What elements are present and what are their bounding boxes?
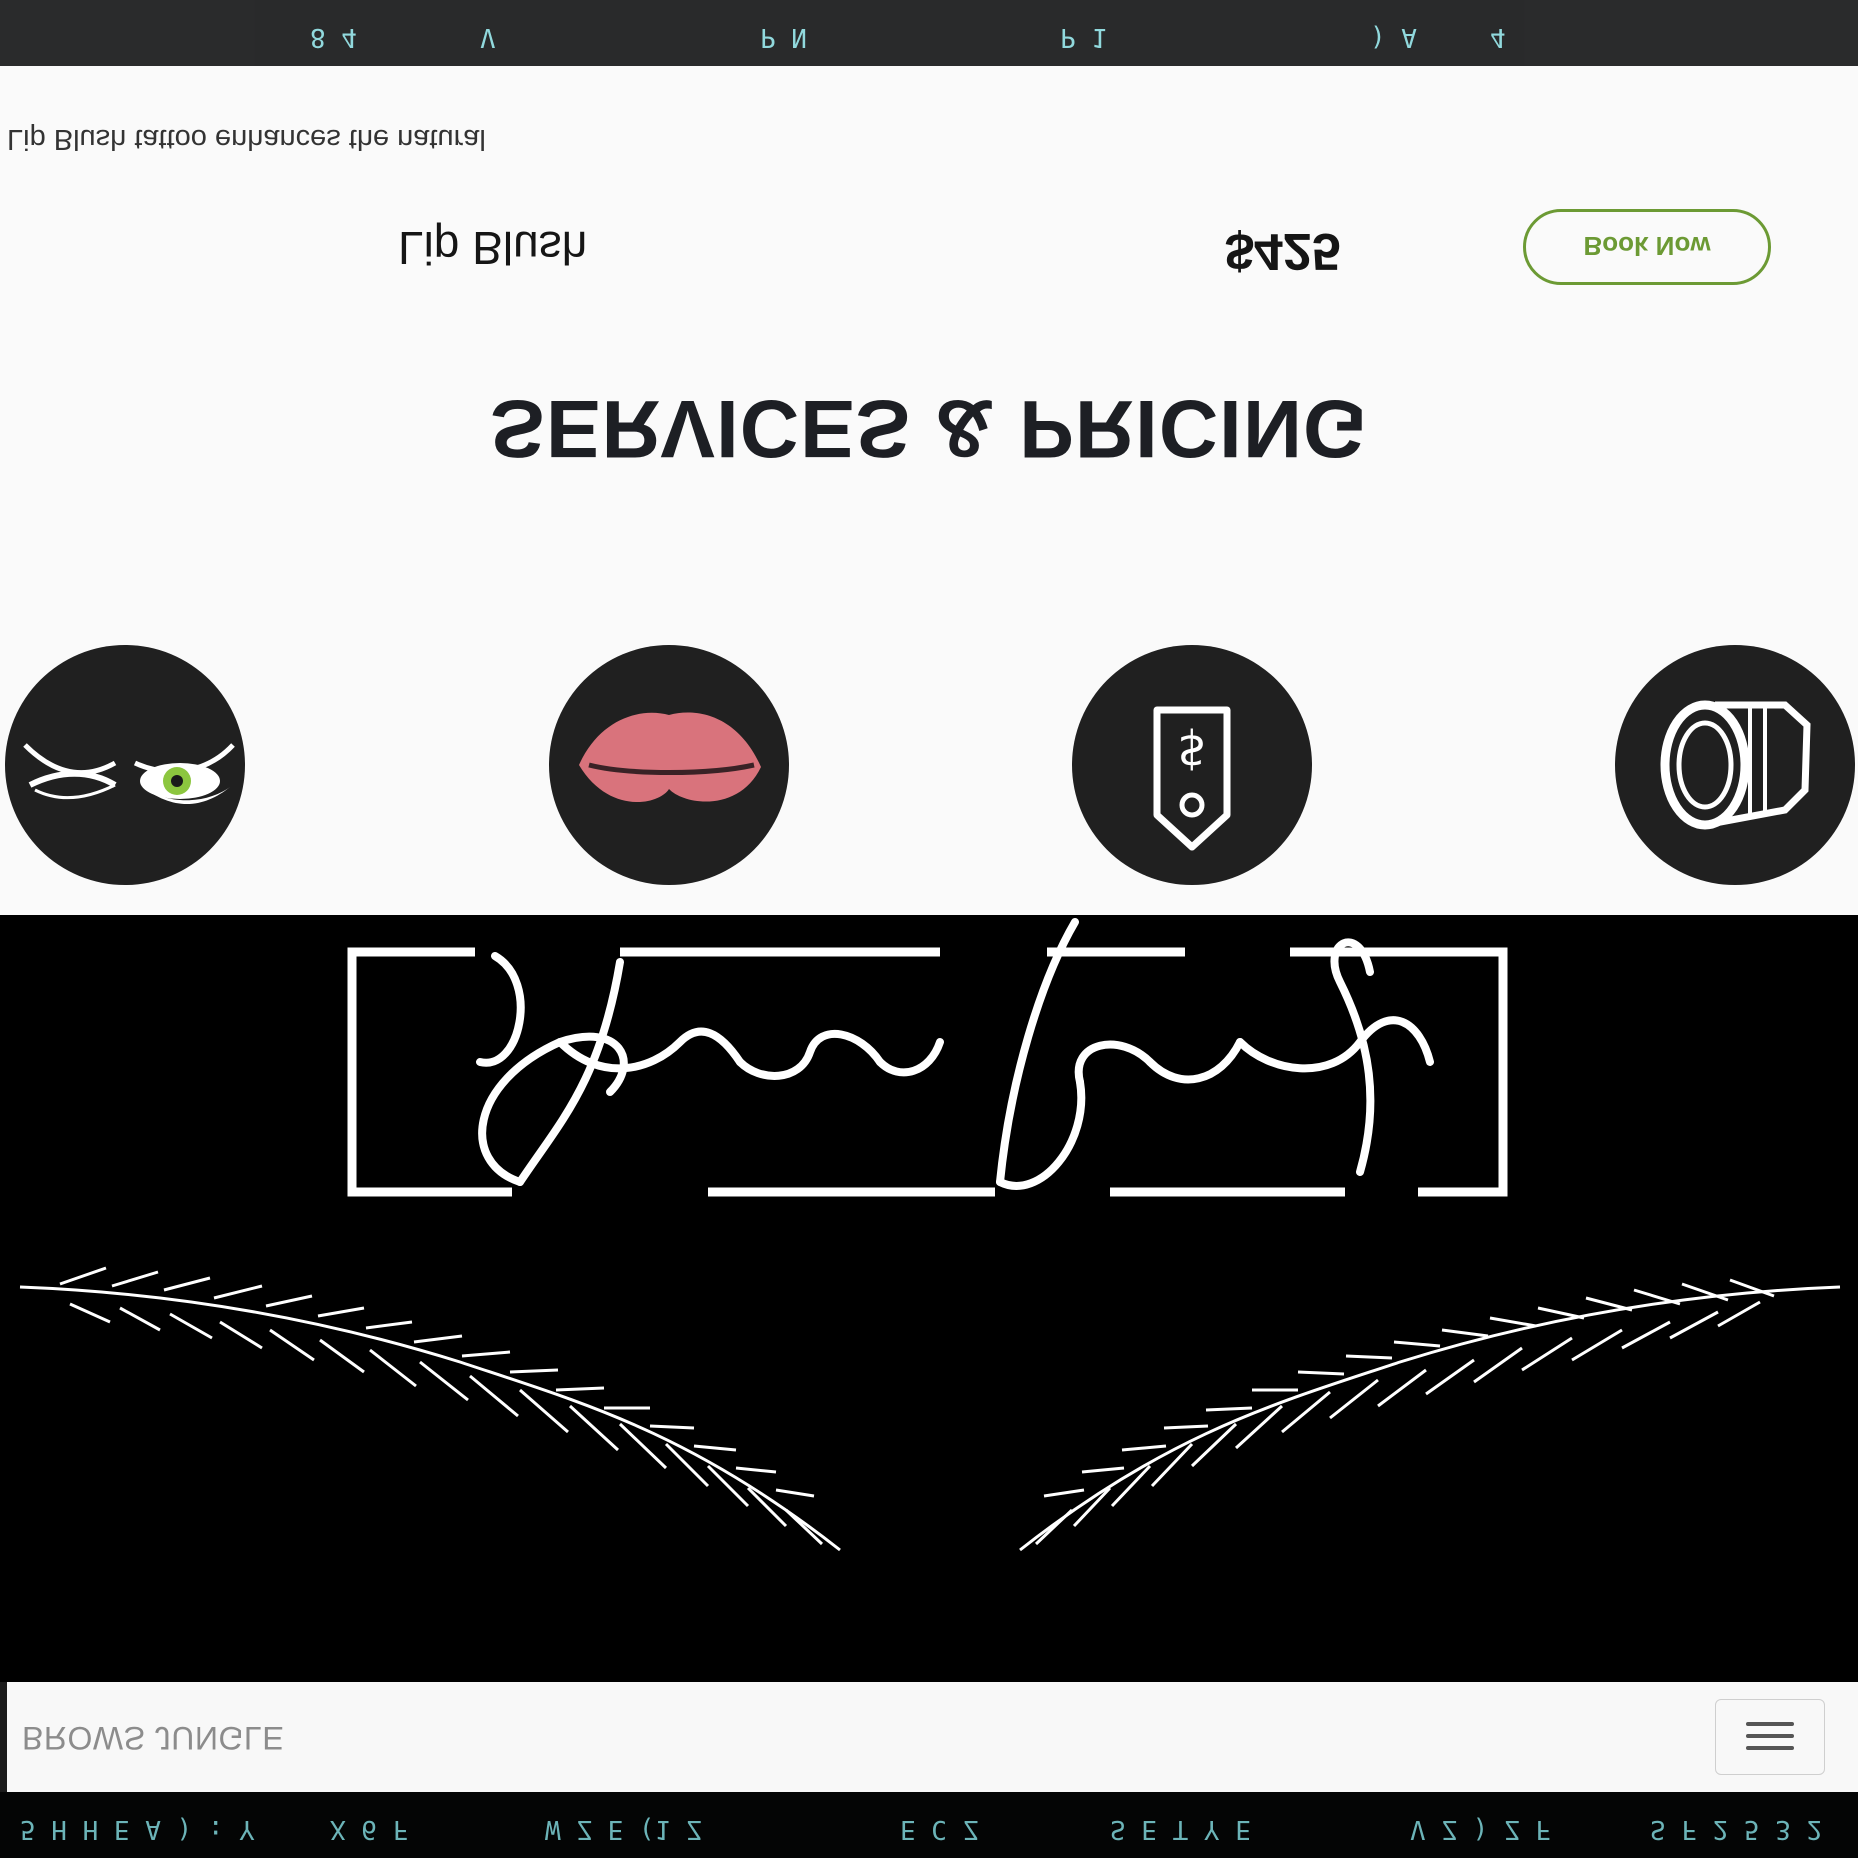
service-icon-camera[interactable] [1615,645,1855,885]
brows-jungle-logo [19,918,1841,1552]
eyes-icon [23,743,235,805]
service-icon-price[interactable]: $ [1072,645,1312,885]
camera-icon [1660,700,1811,830]
service-icon-eyes[interactable] [5,645,245,885]
hero-banner [0,915,1858,1682]
navbar: BROWS JUNGLE [0,1681,1858,1792]
section-title: SERVICES & PRICING [490,383,1368,474]
service-price: $425 [1225,222,1341,280]
book-now-button[interactable]: Book Now [1523,209,1771,285]
service-icon-lips[interactable] [549,645,789,885]
matrix-background-top: 5 H H E A ) : Y X 6 F W Z E (1 Z E C Z S… [0,1792,1858,1858]
page: 5 H H E A ) : Y X 6 F W Z E (1 Z E C Z S… [0,0,1858,1858]
navbar-brand[interactable]: BROWS JUNGLE [22,1719,284,1756]
hamburger-menu-icon [1746,1746,1794,1750]
service-name: Lip Blush [398,222,588,274]
navbar-edge [0,1682,7,1792]
matrix-background-bottom: 8 4 V P N P 1 ) A 4 [0,0,1858,66]
services-section: $ SERVICES & PRICING Lip Blush $425 Book… [0,0,1858,915]
navbar-toggler-button[interactable] [1715,1699,1825,1775]
hamburger-menu-icon-middle [1746,1734,1794,1738]
svg-text:$: $ [1177,724,1206,778]
service-description: Lip Blush tattoo enhances the natural [7,123,486,155]
flipped-page: 5 H H E A ) : Y X 6 F W Z E (1 Z E C Z S… [0,0,1858,1858]
lips-icon [579,712,761,803]
price-tag-icon: $ [1153,706,1231,851]
hamburger-menu-icon-bottom [1746,1722,1794,1726]
